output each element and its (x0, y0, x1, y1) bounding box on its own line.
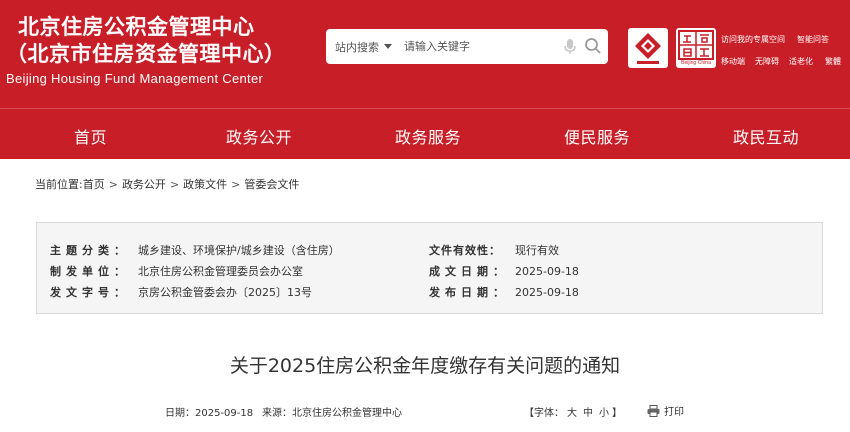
breadcrumb-separator: > (231, 178, 241, 191)
meta-written-value: 2025-09-18 (515, 265, 579, 278)
meta-issuer-label: 制发单位： (50, 265, 130, 278)
meta-topic-value: 城乡建设、环境保护/城乡建设（含住房） (138, 244, 340, 257)
breadcrumb-prefix: 当前位置: (35, 178, 83, 191)
document-source: 来源：北京住房公积金管理中心 (262, 404, 402, 419)
brand-title-cn: 北京住房公积金管理中心 (18, 15, 255, 39)
document-date: 日期：2025-09-18 (165, 404, 253, 419)
housing-fund-logo[interactable] (628, 28, 668, 68)
brand-subtitle-cn: （北京市住房资金管理中心） (6, 42, 286, 66)
meta-validity: 文件有效性： 现行有效 (429, 242, 559, 258)
meta-published-value: 2025-09-18 (515, 286, 579, 299)
meta-topic-label: 主题分类： (50, 244, 130, 257)
search-input[interactable] (404, 40, 564, 53)
capital-logo[interactable]: Beijing·China (676, 28, 716, 68)
link-my-space[interactable]: 访问我的专属空间 (721, 34, 785, 45)
link-mobile[interactable]: 移动端 (721, 56, 745, 67)
font-size-label: 【字体： (524, 408, 564, 419)
search-scope-dropdown[interactable]: 站内搜索 (326, 39, 392, 55)
meta-issuer: 制发单位： 北京住房公积金管理委员会办公室 (50, 263, 303, 279)
capital-seal-icon (678, 30, 714, 60)
meta-written-label: 成文日期： (429, 265, 509, 278)
main-nav: 首页 政务公开 政务服务 便民服务 政民互动 (0, 108, 850, 159)
nav-gov-affairs[interactable]: 政务公开 (226, 124, 292, 148)
breadcrumb-gov-affairs[interactable]: 政务公开 (122, 178, 166, 191)
breadcrumb: 当前位置:首页 > 政务公开 > 政策文件 > 管委会文件 (35, 176, 299, 192)
meta-issuer-value: 北京住房公积金管理委员会办公室 (138, 265, 303, 278)
caret-down-icon (384, 44, 392, 49)
date-value: 2025-09-18 (195, 408, 254, 419)
search-scope-label: 站内搜索 (335, 40, 379, 54)
meta-written-date: 成文日期： 2025-09-18 (429, 263, 579, 279)
meta-docno-label: 发文字号： (50, 286, 130, 299)
print-label: 打印 (664, 407, 684, 418)
source-value: 北京住房公积金管理中心 (292, 408, 402, 419)
font-size-large[interactable]: 大 (567, 408, 577, 419)
site-brand[interactable]: 北京住房公积金管理中心 （北京市住房资金管理中心） Beijing Housin… (6, 14, 286, 87)
capital-logo-caption: Beijing·China (681, 60, 711, 66)
meta-docno-value: 京房公积金管委会办〔2025〕13号 (138, 286, 312, 299)
font-size-bracket: 】 (612, 408, 622, 419)
date-label: 日期： (165, 408, 195, 419)
document-meta: 主题分类： 城乡建设、环境保护/城乡建设（含住房） 文件有效性： 现行有效 制发单位… (36, 222, 823, 314)
document-title: 关于2025住房公积金年度缴存有关问题的通知 (229, 355, 621, 377)
print-button[interactable]: 打印 (647, 403, 684, 418)
breadcrumb-home[interactable]: 首页 (83, 178, 105, 191)
nav-interaction[interactable]: 政民互动 (733, 124, 799, 148)
meta-validity-value: 现行有效 (515, 244, 559, 257)
font-size-medium[interactable]: 中 (583, 408, 593, 419)
site-header: 北京住房公积金管理中心 （北京市住房资金管理中心） Beijing Housin… (0, 0, 850, 108)
nav-home[interactable]: 首页 (74, 124, 107, 148)
link-traditional-chinese[interactable]: 繁體 (825, 56, 841, 67)
breadcrumb-separator: > (169, 178, 180, 191)
source-label: 来源： (262, 408, 292, 419)
meta-docno: 发文字号： 京房公积金管委会办〔2025〕13号 (50, 284, 312, 300)
search-box: 站内搜索 (326, 29, 608, 64)
meta-topic: 主题分类： 城乡建设、环境保护/城乡建设（含住房） (50, 242, 340, 258)
housing-fund-logo-icon (635, 33, 661, 64)
nav-public-services[interactable]: 便民服务 (564, 124, 630, 148)
microphone-icon[interactable] (563, 38, 577, 56)
link-smart-qa[interactable]: 智能问答 (797, 34, 829, 45)
font-size-small[interactable]: 小 (599, 408, 609, 419)
search-icon[interactable] (584, 37, 602, 55)
breadcrumb-committee-files[interactable]: 管委会文件 (244, 178, 299, 191)
brand-title-en: Beijing Housing Fund Management Center (6, 71, 264, 86)
breadcrumb-separator: > (108, 178, 118, 191)
link-elderly-mode[interactable]: 适老化 (789, 56, 813, 67)
printer-icon (647, 404, 660, 417)
link-accessibility[interactable]: 无障碍 (755, 56, 779, 67)
nav-gov-services[interactable]: 政务服务 (395, 124, 461, 148)
font-size-control: 【字体：大中小】 (524, 404, 622, 419)
meta-published-label: 发布日期： (429, 286, 509, 299)
meta-published-date: 发布日期： 2025-09-18 (429, 284, 579, 300)
breadcrumb-policy-files[interactable]: 政策文件 (183, 178, 227, 191)
meta-validity-label: 文件有效性： (429, 244, 501, 257)
